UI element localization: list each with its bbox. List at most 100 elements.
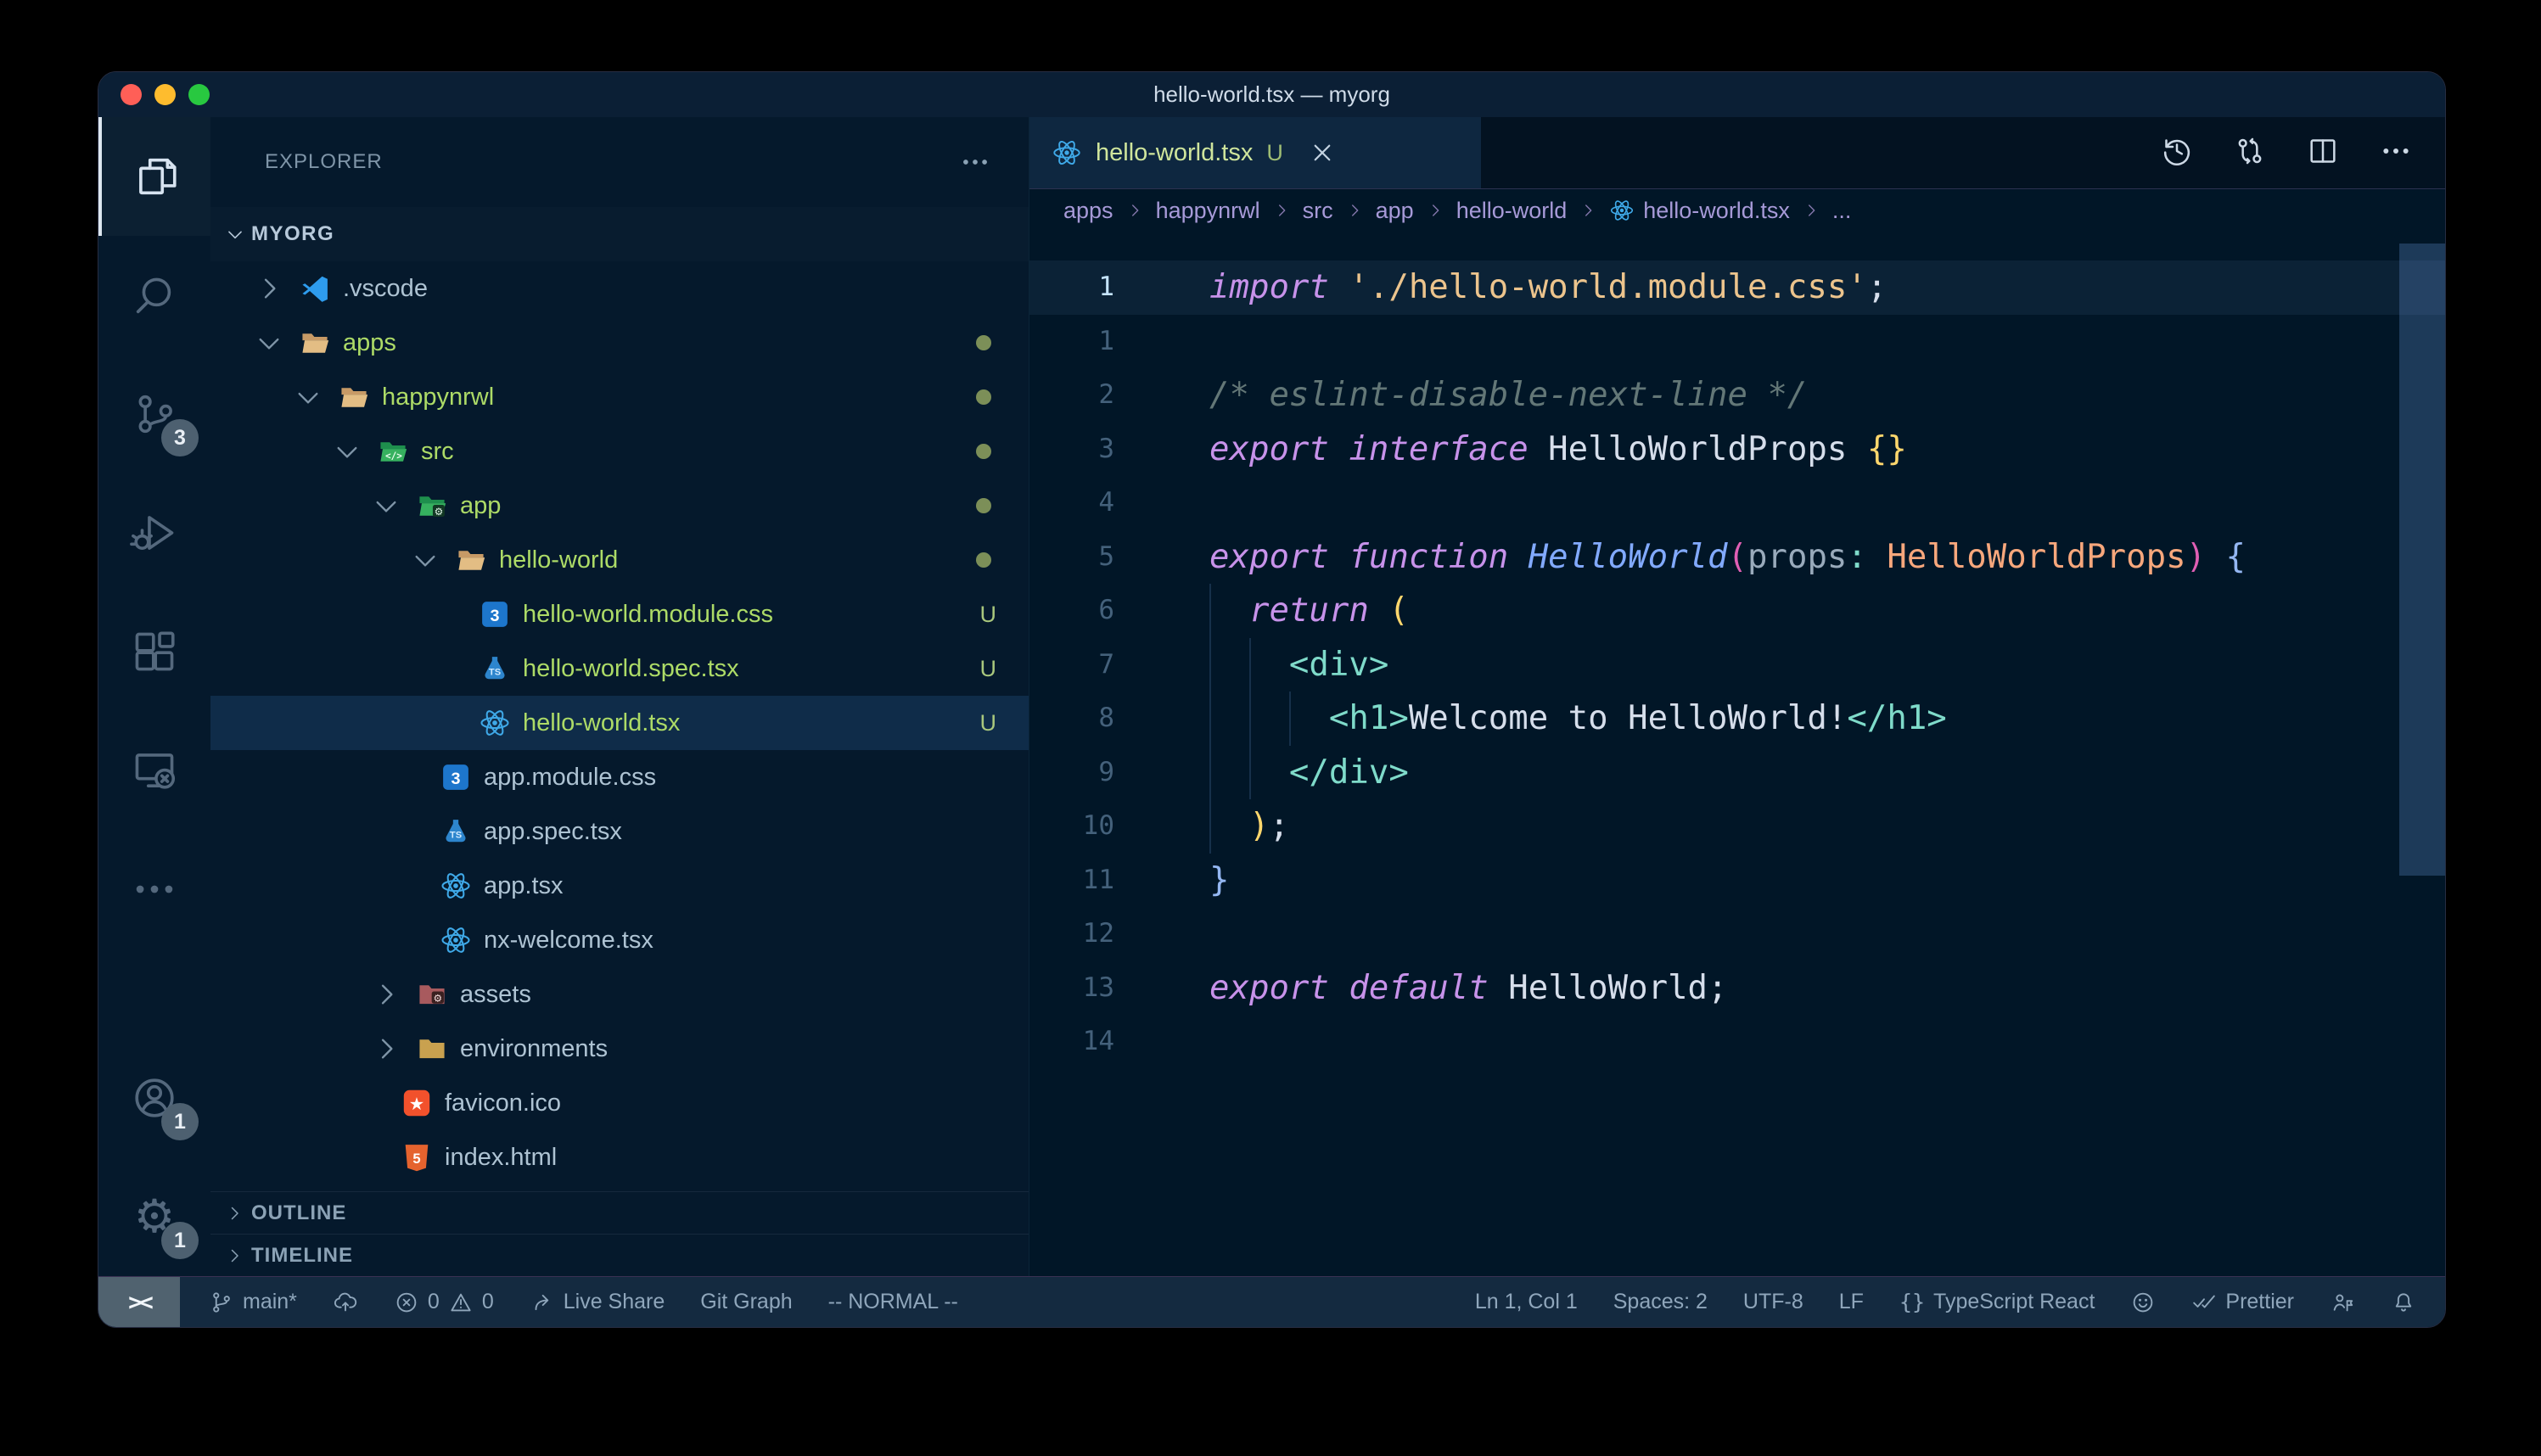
breadcrumb-separator-icon [1802, 201, 1820, 220]
status-item-cursor-position[interactable]: Ln 1, Col 1 [1475, 1290, 1578, 1314]
debug-icon [130, 508, 179, 557]
workbench: 31⚙1 EXPLORER MYORG .vscodeappshappynrwl… [98, 117, 2445, 1276]
activity-item-run-and-debug[interactable] [98, 473, 210, 592]
code-token: export [1209, 430, 1329, 468]
indent-guide [1249, 638, 1251, 692]
activity-item-search[interactable] [98, 236, 210, 355]
code-line-15: 14 [1029, 1015, 2445, 1069]
status-item-label: Ln 1, Col 1 [1475, 1290, 1578, 1314]
minimize-window-button[interactable] [154, 84, 176, 105]
tree-item-app-spec-tsx[interactable]: TSapp.spec.tsx [210, 804, 1029, 859]
tree-item-app-tsx[interactable]: app.tsx [210, 859, 1029, 913]
indent-guide [1209, 584, 1211, 638]
status-item-language-mode[interactable]: {}TypeScript React [1899, 1290, 2095, 1314]
status-item-notifications[interactable] [2391, 1290, 2416, 1315]
tree-item-environments[interactable]: environments [210, 1022, 1029, 1076]
explorer-more-actions-icon[interactable] [959, 146, 991, 178]
status-item-prettier[interactable]: Prettier [2191, 1290, 2294, 1315]
editor-action-timeline[interactable] [2160, 134, 2194, 172]
breadcrumb-hello-world[interactable]: hello-world [1456, 198, 1568, 224]
code-token: ; [1867, 268, 1887, 306]
activity-item-more-views[interactable] [98, 830, 210, 949]
status-item-vim-mode[interactable]: -- NORMAL -- [828, 1290, 958, 1314]
project-section-header[interactable]: MYORG [210, 207, 1029, 261]
tree-item-hello-world-spec-tsx[interactable]: TShello-world.spec.tsxU [210, 641, 1029, 696]
tree-item-nx-welcome-tsx[interactable]: nx-welcome.tsx [210, 913, 1029, 967]
tree-item-app[interactable]: ⚙app [210, 479, 1029, 533]
status-item-feedback[interactable] [2130, 1290, 2156, 1315]
breadcrumb-label: apps [1063, 198, 1113, 224]
title-bar: hello-world.tsx — myorg [98, 72, 2445, 117]
status-item-screen-share[interactable] [2330, 1290, 2355, 1315]
activity-item-explorer[interactable] [98, 117, 210, 236]
branch-icon [209, 1290, 234, 1315]
tree-item-vscode[interactable]: .vscode [210, 261, 1029, 316]
tab-hello-world-tsx[interactable]: hello-world.tsx U [1029, 117, 1481, 188]
status-item-git-graph[interactable]: Git Graph [700, 1290, 792, 1314]
code-token [1209, 807, 1249, 845]
activity-item-settings[interactable]: ⚙1 [98, 1157, 210, 1276]
timeline-label: TIMELINE [251, 1244, 353, 1268]
tree-item-label: app [460, 492, 501, 520]
tree-item-app-module-css[interactable]: 3app.module.css [210, 750, 1029, 804]
status-item-publish-changes[interactable] [333, 1290, 358, 1315]
activity-item-remote-explorer[interactable] [98, 711, 210, 830]
close-icon[interactable] [1307, 137, 1338, 168]
breadcrumb-src[interactable]: src [1303, 198, 1333, 224]
activity-item-accounts[interactable]: 1 [98, 1039, 210, 1157]
chev-right-icon [370, 978, 402, 1011]
editor-action-open-changes[interactable] [2233, 134, 2267, 172]
status-item-encoding[interactable]: UTF-8 [1743, 1290, 1803, 1314]
breadcrumb-apps[interactable]: apps [1063, 198, 1113, 224]
status-item-problems[interactable]: 00 [394, 1290, 494, 1315]
close-window-button[interactable] [121, 84, 142, 105]
editor-action-more-actions[interactable] [2379, 134, 2413, 172]
svg-text:3: 3 [451, 770, 460, 788]
status-item-eol[interactable]: LF [1839, 1290, 1864, 1314]
folder-env-icon [416, 1033, 448, 1065]
remote-indicator-button[interactable]: >< [98, 1277, 180, 1327]
tree-item-happynrwl[interactable]: happynrwl [210, 370, 1029, 424]
outline-label: OUTLINE [251, 1201, 346, 1225]
indent-guide [1249, 746, 1251, 800]
code-token: ( [1728, 538, 1747, 576]
tab-bar: hello-world.tsx U [1029, 117, 2445, 189]
code-token: HelloWorldProps [1887, 538, 2185, 576]
tree-item-assets[interactable]: ⚙assets [210, 967, 1029, 1022]
tree-item-src[interactable]: </>src [210, 424, 1029, 479]
code-line-10: 9 </div> [1029, 746, 2445, 800]
code-token [1508, 538, 1528, 576]
status-item-git-branch[interactable]: main* [209, 1290, 297, 1315]
tree-item-label: nx-welcome.tsx [484, 927, 653, 955]
activity-item-source-control[interactable]: 3 [98, 355, 210, 473]
code-token: export [1209, 969, 1329, 1007]
status-item-live-share[interactable]: Live Share [530, 1290, 665, 1315]
tree-item-label: environments [460, 1035, 608, 1063]
editor-action-split-editor[interactable] [2306, 134, 2340, 172]
tree-item-hello-world-module-css[interactable]: 3hello-world.module.cssU [210, 587, 1029, 641]
code-editor[interactable]: 1import './hello-world.module.css';12/* … [1029, 232, 2445, 1276]
line-number: 4 [1029, 476, 1114, 530]
status-item-indentation[interactable]: Spaces: 2 [1613, 1290, 1708, 1314]
tree-item-hello-world[interactable]: hello-world [210, 533, 1029, 587]
tree-item-hello-world-tsx[interactable]: hello-world.tsxU [210, 696, 1029, 750]
git-untracked-badge: U [980, 656, 997, 682]
indent-guide [1209, 799, 1211, 854]
activity-item-extensions[interactable] [98, 592, 210, 711]
code-token: ; [1269, 807, 1288, 845]
timeline-section-header[interactable]: TIMELINE [210, 1234, 1029, 1276]
tree-item-apps[interactable]: apps [210, 316, 1029, 370]
test-icon: TS [479, 652, 511, 685]
tree-item-favicon-ico[interactable]: ★favicon.ico [210, 1076, 1029, 1130]
breadcrumb-happynrwl[interactable]: happynrwl [1156, 198, 1260, 224]
breadcrumb-app[interactable]: app [1376, 198, 1414, 224]
breadcrumb-hello-world-tsx[interactable]: hello-world.tsx [1609, 198, 1790, 224]
code-token [1867, 538, 1887, 576]
breadcrumb-[interactable]: ... [1832, 198, 1852, 224]
code-token: ) [2186, 538, 2206, 576]
zoom-window-button[interactable] [188, 84, 210, 105]
tree-item-label: assets [460, 981, 531, 1009]
tree-item-index-html[interactable]: 5index.html [210, 1130, 1029, 1184]
breadcrumb-separator-icon [1426, 201, 1444, 220]
outline-section-header[interactable]: OUTLINE [210, 1191, 1029, 1234]
